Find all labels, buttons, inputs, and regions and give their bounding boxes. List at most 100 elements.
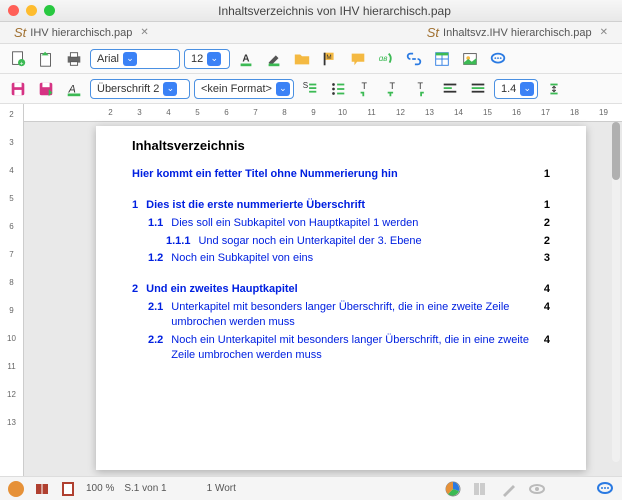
zoom-label[interactable]: 100 % (86, 483, 114, 494)
spacing-icon[interactable] (542, 77, 566, 101)
align-justify-icon[interactable] (466, 77, 490, 101)
close-icon[interactable] (8, 5, 19, 16)
tabstop-right-icon[interactable]: T (410, 77, 434, 101)
font-select[interactable]: Arial ⌄ (90, 49, 180, 69)
ruler-tick: 19 (589, 108, 618, 117)
ruler-tick: 17 (531, 108, 560, 117)
toc-text: Dies ist die erste nummerierte Überschri… (146, 198, 538, 213)
spellcheck-icon[interactable]: ɑʙ (374, 47, 398, 71)
workspace: 2345678910111213 23456789101112131415161… (0, 104, 622, 476)
minimize-icon[interactable] (26, 5, 37, 16)
toc-page: 4 (544, 333, 550, 348)
vertical-scrollbar[interactable] (612, 122, 620, 462)
page-view-icon[interactable] (60, 481, 76, 497)
status-icon-1[interactable] (8, 481, 24, 497)
toc-entry[interactable]: 2.1Unterkapitel mit besonders langer Übe… (132, 300, 550, 330)
page[interactable]: Inhaltsverzeichnis Hier kommt ein fetter… (96, 126, 586, 470)
pie-icon[interactable] (444, 480, 462, 498)
tab-close-icon[interactable]: ✕ (140, 27, 148, 38)
window-title: Inhaltsverzeichnis von IHV hierarchisch.… (55, 4, 614, 18)
format-value: <kein Format> (201, 83, 272, 95)
style-icon[interactable]: A (62, 77, 86, 101)
ruler-tick: 4 (154, 108, 183, 117)
toc-entry[interactable]: 1Dies ist die erste nummerierte Überschr… (132, 198, 550, 213)
chat-bubble-icon[interactable] (596, 480, 614, 498)
page-label: S.1 von 1 (124, 483, 166, 494)
tab-label: Inhaltsvz.IHV hierarchisch.pap (443, 27, 592, 39)
new-doc-icon[interactable]: + (6, 47, 30, 71)
eye-icon[interactable] (528, 480, 546, 498)
zoom-icon[interactable] (44, 5, 55, 16)
scrollbar-thumb[interactable] (612, 122, 620, 180)
text-color-icon[interactable]: A (234, 47, 258, 71)
toc-entry[interactable]: 2Und ein zweites Hauptkapitel4 (132, 282, 550, 297)
toc-entry[interactable]: 1.1Dies soll ein Subkapitel von Hauptkap… (132, 216, 550, 231)
pen-icon[interactable] (500, 480, 518, 498)
size-select[interactable]: 12 ⌄ (184, 49, 230, 69)
link-icon[interactable] (402, 47, 426, 71)
list-icon[interactable]: S (298, 77, 322, 101)
ruler-tick: 10 (0, 334, 23, 362)
comment-icon[interactable] (346, 47, 370, 71)
folder-icon[interactable] (290, 47, 314, 71)
title-bar: Inhaltsverzeichnis von IHV hierarchisch.… (0, 0, 622, 22)
ruler-tick: 13 (415, 108, 444, 117)
image-icon[interactable] (458, 47, 482, 71)
status-bar: 100 % S.1 von 1 1 Wort (0, 476, 622, 500)
tab-cursive-icon: St (427, 25, 439, 40)
word-count: 1 Wort (207, 483, 236, 494)
window-controls (8, 5, 55, 16)
paragraph-style-select[interactable]: Überschrift 2 ⌄ (90, 79, 190, 99)
chevron-down-icon: ⌄ (520, 82, 534, 96)
toc-text: Und sogar noch ein Unterkapitel der 3. E… (198, 234, 537, 249)
toc-body: Hier kommt ein fetter Titel ohne Nummeri… (132, 167, 550, 362)
ruler-tick: 11 (357, 108, 386, 117)
bullets-icon[interactable] (326, 77, 350, 101)
tab-document-1[interactable]: St IHV hierarchisch.pap ✕ (4, 25, 159, 40)
columns-icon[interactable] (472, 480, 490, 498)
tabstop-left-icon[interactable]: T (354, 77, 378, 101)
horizontal-ruler: 2345678910111213141516171819 (24, 104, 622, 122)
ruler-tick: 18 (560, 108, 589, 117)
font-value: Arial (97, 53, 119, 65)
page-up-icon[interactable] (34, 47, 58, 71)
toc-page: 2 (544, 216, 550, 231)
ruler-tick: 4 (0, 166, 23, 194)
book-icon[interactable] (34, 481, 50, 497)
align-left-icon[interactable] (438, 77, 462, 101)
tab-strip: St IHV hierarchisch.pap ✕ St Inhaltsvz.I… (0, 22, 622, 44)
toc-entry[interactable]: Hier kommt ein fetter Titel ohne Nummeri… (132, 167, 550, 182)
ruler-tick: 13 (0, 418, 23, 446)
toc-entry[interactable]: 1.1.1Und sogar noch ein Unterkapitel der… (132, 234, 550, 249)
ruler-tick: 14 (444, 108, 473, 117)
ruler-tick: 7 (241, 108, 270, 117)
tab-cursive-icon: St (14, 25, 26, 40)
tabstop-center-icon[interactable]: T (382, 77, 406, 101)
toc-entry[interactable]: 2.2Noch ein Unterkapitel mit besonders l… (132, 333, 550, 363)
chevron-down-icon: ⌄ (207, 52, 221, 66)
chat-icon[interactable] (486, 47, 510, 71)
print-icon[interactable] (62, 47, 86, 71)
format-select[interactable]: <kein Format> ⌄ (194, 79, 294, 99)
toc-text: Hier kommt ein fetter Titel ohne Nummeri… (132, 167, 538, 182)
highlight-icon[interactable] (262, 47, 286, 71)
toc-number: 1.1 (148, 216, 163, 231)
ruler-tick: 16 (502, 108, 531, 117)
table-icon[interactable] (430, 47, 454, 71)
tab-document-2[interactable]: St Inhaltsvz.IHV hierarchisch.pap ✕ (417, 25, 618, 40)
toc-number: 2.2 (148, 333, 163, 348)
flag-icon[interactable]: M (318, 47, 342, 71)
linespacing-select[interactable]: 1.4 ⌄ (494, 79, 538, 99)
svg-text:+: + (20, 60, 24, 67)
toolbar-2: A Überschrift 2 ⌄ <kein Format> ⌄ S T T … (0, 74, 622, 104)
save-icon[interactable] (6, 77, 30, 101)
ruler-tick: 6 (212, 108, 241, 117)
toc-heading: Inhaltsverzeichnis (132, 138, 550, 153)
chevron-down-icon: ⌄ (123, 52, 137, 66)
save-as-icon[interactable] (34, 77, 58, 101)
tab-close-icon[interactable]: ✕ (600, 27, 608, 38)
toc-text: Und ein zweites Hauptkapitel (146, 282, 538, 297)
style-value: Überschrift 2 (97, 83, 159, 95)
toc-entry[interactable]: 1.2Noch ein Subkapitel von eins3 (132, 251, 550, 266)
toc-page: 2 (544, 234, 550, 249)
